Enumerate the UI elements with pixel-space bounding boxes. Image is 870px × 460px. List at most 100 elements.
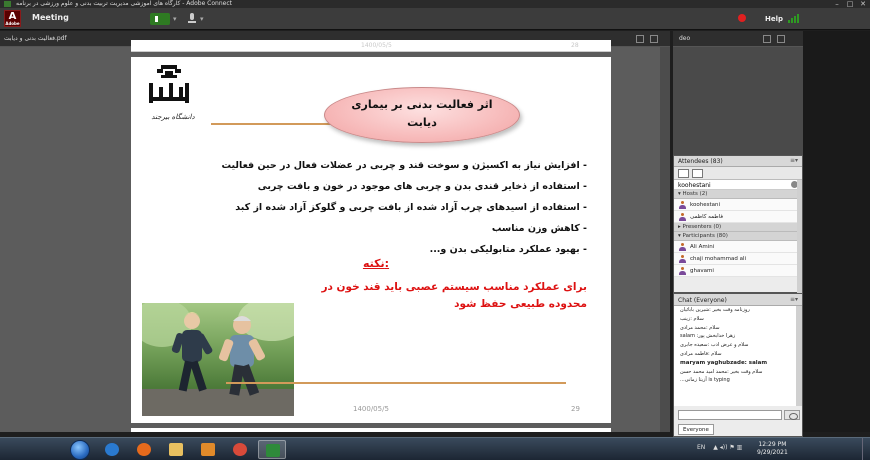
- note-text: برای عملکرد مناسب سیستم عصبی باید قند خو…: [321, 281, 587, 310]
- microphone-dropdown-chevron-icon[interactable]: ▾: [200, 15, 204, 23]
- clock[interactable]: 12:29 PM 9/29/2021: [757, 441, 788, 457]
- minimize-button[interactable]: –: [830, 0, 844, 8]
- attendees-toolbar: [674, 167, 802, 180]
- send-message-icon[interactable]: [784, 410, 800, 420]
- attendee-row[interactable]: ghavami: [674, 265, 802, 277]
- chat-message: روزنامه وقت بخیر :شیرین بابائیان: [680, 307, 750, 313]
- language-indicator[interactable]: EN: [697, 444, 705, 451]
- microphone-icon[interactable]: [188, 13, 196, 24]
- attendees-title: Attendees (83): [678, 158, 723, 165]
- hosts-label: Hosts (2): [682, 191, 708, 197]
- window-title-bar: کارگاه های آموزشی مدیریت تربیت بدنی و عل…: [0, 0, 870, 8]
- adobe-connect-icon: [266, 444, 280, 457]
- university-caption: دانشگاه بیرجند: [151, 113, 195, 121]
- university-logo: دانشگاه بیرجند: [143, 65, 203, 131]
- right-background: [803, 31, 870, 432]
- maximize-button[interactable]: □: [843, 0, 857, 8]
- user-icon: [679, 201, 686, 209]
- slide-title-ellipse: اثر فعالیت بدنی بر بیماری دیابت: [324, 87, 520, 143]
- attendees-menu-icon[interactable]: ≡▾: [790, 157, 798, 164]
- system-tray: EN ▲ ◂)) ⚑ ▥: [697, 444, 742, 451]
- presenters-section[interactable]: ▸ Presenters (0): [674, 223, 802, 232]
- bullet-item: - کاهش وزن مناسب: [491, 223, 587, 234]
- tray-icons[interactable]: ▲ ◂)) ⚑ ▥: [713, 444, 742, 451]
- taskbar-adobe-connect[interactable]: [258, 440, 286, 459]
- folder-icon: [169, 443, 183, 456]
- footer-divider: [226, 382, 566, 384]
- internet-explorer-icon: [105, 443, 119, 456]
- pod-options-icon[interactable]: [650, 35, 658, 43]
- meeting-menu[interactable]: Meeting: [32, 13, 69, 22]
- attendee-name: ghavami: [690, 268, 714, 274]
- chat-message: سلام :زینب: [680, 315, 704, 322]
- attendee-name: Ali Amini: [690, 244, 715, 250]
- clock-time: 12:29 PM: [758, 441, 787, 448]
- chat-message: سلام و عرض ادب :سعیده جابری: [680, 342, 749, 349]
- taskbar-chrome[interactable]: [226, 440, 254, 459]
- user-icon: [679, 267, 686, 275]
- status-view-icon[interactable]: [692, 169, 703, 178]
- title-divider: [211, 123, 331, 125]
- attendee-row[interactable]: فاطمه کاظمی: [674, 211, 802, 223]
- fullscreen-icon[interactable]: [636, 35, 644, 43]
- chat-title: Chat (Everyone): [678, 297, 727, 304]
- chat-message: maryam yaghubzade: salam: [680, 359, 768, 366]
- video-fullscreen-icon[interactable]: [763, 35, 771, 43]
- adobe-logo-caption: Adobe: [5, 21, 20, 26]
- running-couple-illustration: [142, 303, 294, 416]
- attendee-row[interactable]: Ali Amini: [674, 241, 802, 253]
- chat-message: سلام :محمد مرادی: [680, 324, 720, 331]
- chat-tab-everyone[interactable]: Everyone: [678, 424, 714, 435]
- clock-date: 9/29/2021: [757, 449, 788, 456]
- attendee-name: فاطمه کاظمی: [690, 214, 723, 220]
- app-menubar: A Adobe Meeting ▾ ▾ Help: [0, 8, 870, 30]
- hosts-section[interactable]: ▾ Hosts (2): [674, 190, 802, 199]
- next-slide-page: [131, 428, 611, 432]
- taskbar-firefox[interactable]: [130, 440, 158, 459]
- help-menu[interactable]: Help: [765, 15, 783, 23]
- user-icon: [679, 213, 686, 221]
- speaker-dropdown-chevron-icon[interactable]: ▾: [173, 15, 177, 23]
- chat-message: salam :زهرا خدابخش پور: [680, 333, 736, 340]
- speaker-icon[interactable]: [150, 13, 170, 25]
- chat-input[interactable]: [678, 410, 782, 420]
- attendees-header: Attendees (83) ≡▾: [674, 156, 802, 167]
- attendee-search[interactable]: koohestani: [674, 180, 802, 190]
- chat-pod: Chat (Everyone) ≡▾ روزنامه وقت بخیر :شیر…: [673, 293, 803, 437]
- close-window-button[interactable]: ✕: [856, 0, 870, 8]
- chat-message: سلام وقت بخیر :محمد امید محمد حسن: [680, 368, 763, 375]
- media-player-icon: [201, 443, 215, 456]
- running-couple-photo: [142, 303, 294, 416]
- slide-date: 1400/05/5: [353, 405, 389, 413]
- taskbar-file-explorer[interactable]: [162, 440, 190, 459]
- share-pod-scrollbar[interactable]: [660, 47, 670, 432]
- taskbar-internet-explorer[interactable]: [98, 440, 126, 459]
- bullet-item: - استفاده از اسیدهای چرب آزاد شده از باف…: [235, 202, 587, 213]
- list-view-icon[interactable]: [678, 169, 689, 178]
- chat-message: سلام :فاطمه مرادی: [680, 350, 722, 357]
- previous-slide-page: 1400/05/5 28: [131, 40, 611, 52]
- user-icon: [679, 255, 686, 263]
- show-desktop-button[interactable]: [862, 438, 870, 460]
- start-button[interactable]: [70, 440, 90, 460]
- adobe-logo: A Adobe: [4, 10, 21, 27]
- chat-header: Chat (Everyone) ≡▾: [674, 294, 802, 306]
- attendee-row[interactable]: chaji mohammad ali: [674, 253, 802, 265]
- video-options-icon[interactable]: [777, 35, 785, 43]
- typing-indicator: ...آزیتا زمانی is typing: [680, 377, 730, 384]
- chat-menu-icon[interactable]: ≡▾: [790, 296, 798, 303]
- note-title: نکته:: [362, 257, 390, 270]
- chat-scrollbar[interactable]: [796, 306, 802, 406]
- user-icon: [679, 243, 686, 251]
- attendees-scrollbar[interactable]: [797, 180, 802, 294]
- university-emblem-icon: [149, 65, 189, 103]
- attendee-row[interactable]: koohestani: [674, 199, 802, 211]
- connection-signal-icon: [788, 14, 800, 23]
- window-title: کارگاه های آموزشی مدیریت تربیت بدنی و عل…: [16, 0, 232, 7]
- participants-section[interactable]: ▾ Participants (80): [674, 232, 802, 241]
- attendee-name: koohestani: [690, 202, 720, 208]
- chrome-icon: [233, 443, 247, 456]
- attendee-search-value: koohestani: [678, 182, 711, 189]
- taskbar-media-player[interactable]: [194, 440, 222, 459]
- previous-slide-page-number: 28: [571, 42, 579, 49]
